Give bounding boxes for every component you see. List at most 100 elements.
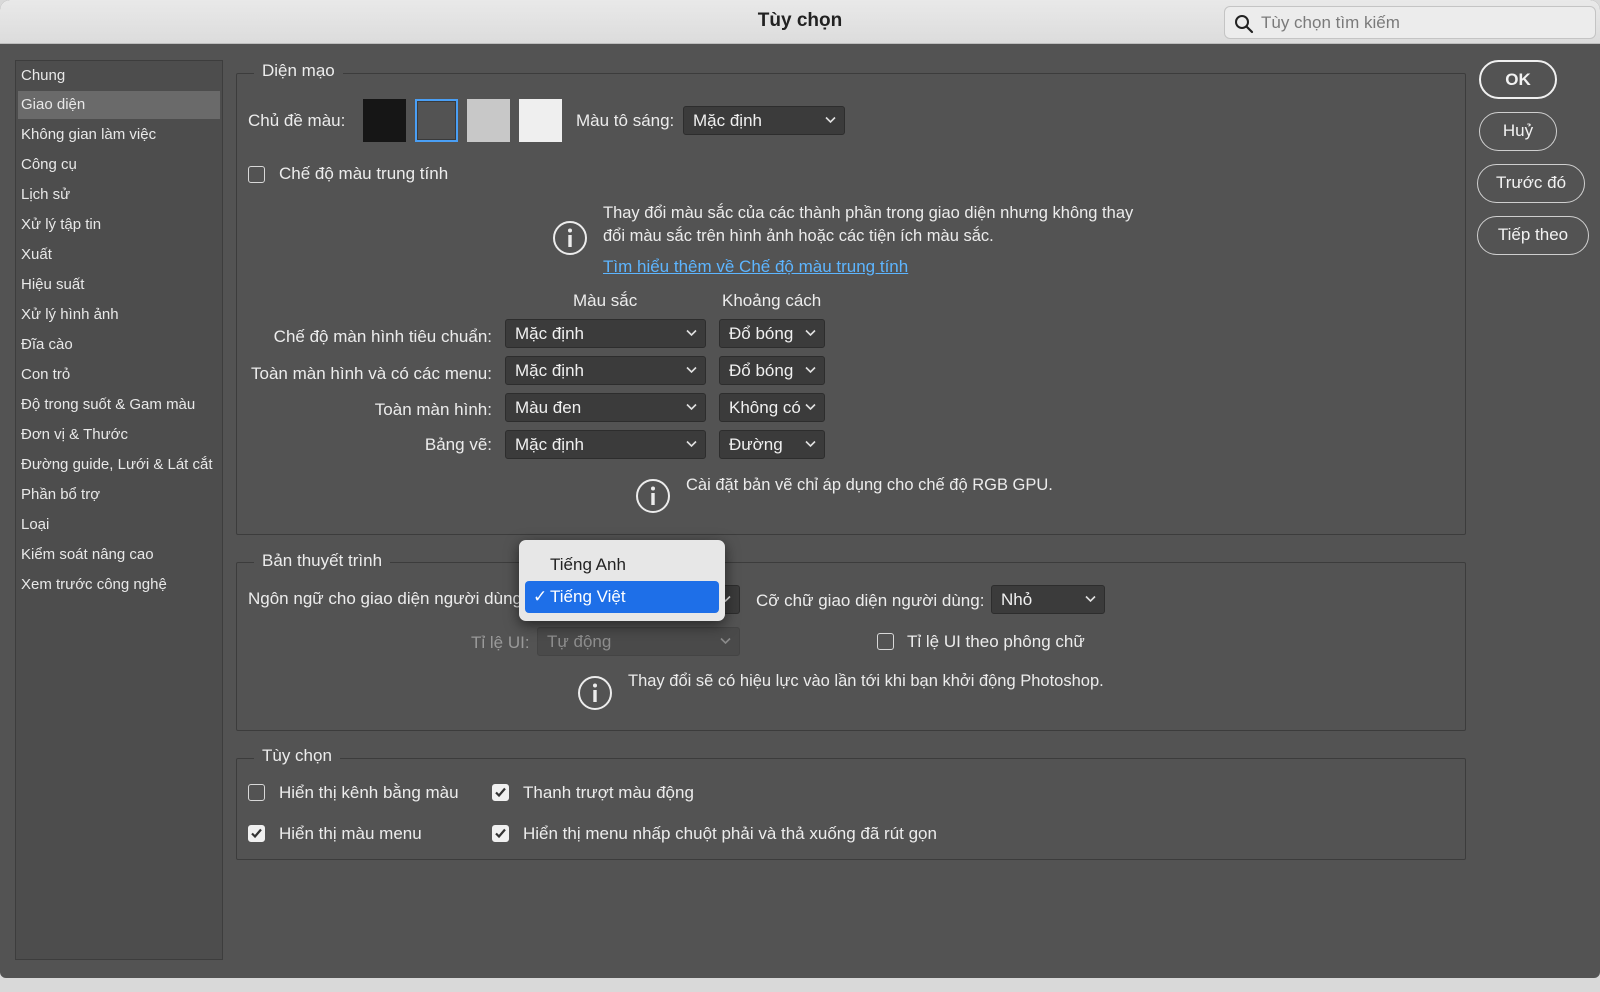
checkmark-icon: ✓ <box>533 587 548 606</box>
next-button[interactable]: Tiếp theo <box>1477 216 1589 255</box>
scale-by-font-checkbox[interactable] <box>877 633 894 650</box>
presentation-group <box>236 562 1466 731</box>
show-channels-color-label: Hiển thị kênh bằng màu <box>279 783 459 802</box>
theme-swatch-light-gray[interactable] <box>467 99 510 142</box>
appearance-legend: Diện mạo <box>254 61 343 81</box>
show-menu-colors-checkbox[interactable] <box>248 825 265 842</box>
preferences-dialog: Tùy chọn Chung Giao diện Không gian làm … <box>0 0 1600 978</box>
sidebar-item-units-rulers[interactable]: Đơn vị & Thước <box>18 421 220 449</box>
theme-swatch-black[interactable] <box>363 99 406 142</box>
neutral-mode-learn-more-link[interactable]: Tìm hiểu thêm về Chế độ màu trung tính <box>603 257 908 277</box>
info-icon <box>636 479 670 513</box>
info-icon <box>553 221 587 255</box>
chevron-down-icon <box>720 637 731 645</box>
sidebar-item-general[interactable]: Chung <box>18 62 220 90</box>
appearance-group <box>236 73 1466 535</box>
previous-button[interactable]: Trước đó <box>1477 164 1585 203</box>
restart-info-text: Thay đổi sẽ có hiệu lực vào lần tới khi … <box>628 672 1104 690</box>
artboard-color-value: Mặc định <box>515 435 584 454</box>
sidebar-item-enhanced-controls[interactable]: Kiểm soát nâng cao <box>18 541 220 569</box>
color-theme-label: Chủ đề màu: <box>248 111 346 130</box>
standard-screen-color-value: Mặc định <box>515 324 584 343</box>
show-menu-colors-label: Hiển thị màu menu <box>279 824 422 843</box>
fullscreen-label: Toàn màn hình: <box>374 400 492 419</box>
presentation-legend: Bản thuyết trình <box>254 551 391 571</box>
sidebar-item-performance[interactable]: Hiệu suất <box>18 271 220 299</box>
search-box[interactable] <box>1224 6 1596 39</box>
chevron-down-icon <box>805 440 816 448</box>
neutral-mode-info-text: Thay đổi màu sắc của các thành phần tron… <box>603 204 1134 245</box>
sidebar-item-file-handling[interactable]: Xử lý tập tin <box>18 211 220 239</box>
highlight-color-label: Màu tô sáng: <box>576 111 675 130</box>
checkmark-icon <box>251 828 262 839</box>
fullscreen-spacing-value: Không có <box>729 398 801 417</box>
cancel-button[interactable]: Huỷ <box>1479 112 1557 151</box>
ui-language-dropdown-menu: Tiếng Anh ✓ Tiếng Việt <box>519 540 725 621</box>
sidebar-item-tools[interactable]: Công cụ <box>18 151 220 179</box>
fullscreen-color-select[interactable]: Màu đen <box>505 393 706 422</box>
neutral-mode-label: Chế độ màu trung tính <box>279 164 449 183</box>
ui-font-size-label: Cỡ chữ giao diện người dùng: <box>756 591 985 610</box>
chevron-down-icon <box>686 329 697 337</box>
spacing-column-header: Khoảng cách <box>722 291 822 310</box>
sidebar-item-guides-grid-slices[interactable]: Đường guide, Lưới & Lát cắt <box>18 451 220 479</box>
chevron-down-icon <box>1085 595 1096 603</box>
standard-screen-mode-label: Chế độ màn hình tiêu chuẩn: <box>273 327 492 346</box>
show-channels-color-checkbox[interactable] <box>248 784 265 801</box>
sidebar-item-workspace[interactable]: Không gian làm việc <box>18 121 220 149</box>
condensed-menus-checkbox[interactable] <box>492 825 509 842</box>
sidebar: Chung Giao diện Không gian làm việc Công… <box>15 60 223 960</box>
sidebar-item-type[interactable]: Loại <box>18 511 220 539</box>
chevron-down-icon <box>686 403 697 411</box>
ui-font-size-select[interactable]: Nhỏ <box>991 585 1105 614</box>
sidebar-item-plugins[interactable]: Phần bổ trợ <box>18 481 220 509</box>
ui-scale-label: Tỉ lệ UI: <box>471 633 530 652</box>
chevron-down-icon <box>805 366 816 374</box>
highlight-color-value: Mặc định <box>693 111 762 130</box>
chevron-down-icon <box>805 403 816 411</box>
search-input[interactable] <box>1261 11 1581 35</box>
title-bar: Tùy chọn <box>0 0 1600 44</box>
info-icon <box>578 676 612 710</box>
highlight-color-select[interactable]: Mặc định <box>683 106 845 135</box>
fullscreen-menus-color-select[interactable]: Mặc định <box>505 356 706 385</box>
artboard-color-select[interactable]: Mặc định <box>505 430 706 459</box>
artboard-spacing-value: Đường <box>729 435 783 454</box>
dynamic-sliders-checkbox[interactable] <box>492 784 509 801</box>
ui-scale-select[interactable]: Tự động <box>537 627 740 656</box>
sidebar-item-interface[interactable]: Giao diện <box>18 91 220 119</box>
checkmark-icon <box>495 787 506 798</box>
ok-button[interactable]: OK <box>1479 60 1557 99</box>
sidebar-item-transparency-gamut[interactable]: Độ trong suốt & Gam màu <box>18 391 220 419</box>
standard-screen-spacing-select[interactable]: Đổ bóng <box>719 319 825 348</box>
fullscreen-menus-label: Toàn màn hình và có các menu: <box>251 364 492 383</box>
artboard-label: Bảng vẽ: <box>424 435 492 454</box>
options-legend: Tùy chọn <box>254 746 340 766</box>
dynamic-sliders-label: Thanh trượt màu động <box>523 783 694 802</box>
standard-screen-color-select[interactable]: Mặc định <box>505 319 706 348</box>
fullscreen-spacing-select[interactable]: Không có <box>719 393 825 422</box>
artboard-info-text: Cài đặt bản vẽ chỉ áp dụng cho chế độ RG… <box>686 476 1053 494</box>
sidebar-item-history[interactable]: Lịch sử <box>18 181 220 209</box>
color-column-header: Màu sắc <box>573 291 638 310</box>
chevron-down-icon <box>686 366 697 374</box>
condensed-menus-label: Hiển thị menu nhấp chuột phải và thả xuố… <box>523 824 937 843</box>
sidebar-item-technology-previews[interactable]: Xem trước công nghệ <box>18 571 220 599</box>
sidebar-item-image-processing[interactable]: Xử lý hình ảnh <box>18 301 220 329</box>
sidebar-item-cursors[interactable]: Con trỏ <box>18 361 220 389</box>
artboard-spacing-select[interactable]: Đường <box>719 430 825 459</box>
chevron-down-icon <box>686 440 697 448</box>
sidebar-item-export[interactable]: Xuất <box>18 241 220 269</box>
neutral-mode-checkbox[interactable] <box>248 166 265 183</box>
ui-language-label: Ngôn ngữ cho giao diện người dùng: <box>248 589 527 608</box>
fullscreen-menus-spacing-value: Đổ bóng <box>729 361 794 380</box>
options-group <box>236 758 1466 860</box>
fullscreen-color-value: Màu đen <box>515 398 582 417</box>
sidebar-item-scratch-disks[interactable]: Đĩa cào <box>18 331 220 359</box>
fullscreen-menus-spacing-select[interactable]: Đổ bóng <box>719 356 825 385</box>
chevron-down-icon <box>825 116 836 124</box>
menu-item-english[interactable]: Tiếng Anh <box>525 549 719 581</box>
theme-swatch-white[interactable] <box>519 99 562 142</box>
menu-item-vietnamese[interactable]: ✓ Tiếng Việt <box>525 581 719 613</box>
theme-swatch-dark-gray-selected[interactable] <box>415 99 458 142</box>
